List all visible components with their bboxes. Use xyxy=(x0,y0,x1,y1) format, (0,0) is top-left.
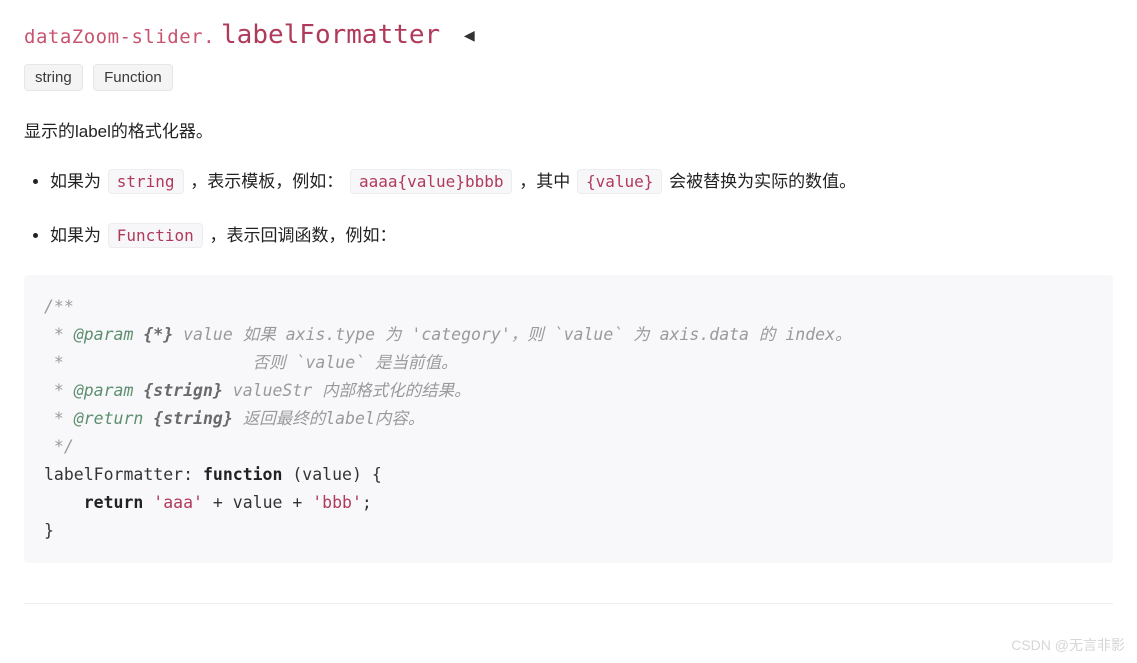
text: 如果为 xyxy=(50,172,106,191)
code-line: } xyxy=(44,521,54,540)
code-text xyxy=(143,493,153,512)
jsdoc-tag: @return xyxy=(74,409,144,428)
inline-code: aaaa{value}bbbb xyxy=(350,169,513,194)
code-text: * xyxy=(44,325,74,344)
code-line: */ xyxy=(44,437,74,456)
code-string: 'aaa' xyxy=(153,493,203,512)
code-line: /** xyxy=(44,297,74,316)
jsdoc-type: {string} xyxy=(143,409,232,428)
code-text: * xyxy=(44,409,74,428)
type-badge-string: string xyxy=(24,64,83,91)
text: ，其中 xyxy=(514,172,574,191)
type-badge-function: Function xyxy=(93,64,173,91)
type-badges: string Function xyxy=(24,64,1113,91)
inline-code: {value} xyxy=(577,169,662,194)
code-keyword: function xyxy=(203,465,282,484)
code-text: labelFormatter: xyxy=(44,465,203,484)
heading-prefix: dataZoom-slider. xyxy=(24,26,215,48)
collapse-left-icon[interactable]: ◀ xyxy=(464,25,475,46)
code-block: /** * @param {*} value 如果 axis.type 为 'c… xyxy=(24,275,1113,563)
property-heading: dataZoom-slider. labelFormatter ◀ xyxy=(24,20,1113,50)
code-text: 返回最终的label内容。 xyxy=(233,409,425,428)
code-text: * xyxy=(44,381,74,400)
code-text: value 如果 axis.type 为 'category'，则 `value… xyxy=(173,325,851,344)
bullet-list: 如果为 string ，表示模板，例如： aaaa{value}bbbb ，其中… xyxy=(24,166,1113,253)
inline-code: string xyxy=(108,169,184,194)
text: ，表示模板，例如： xyxy=(186,172,348,191)
text: ，表示回调函数，例如： xyxy=(205,226,397,245)
jsdoc-tag: @param xyxy=(74,325,134,344)
inline-code: Function xyxy=(108,223,203,248)
code-keyword: return xyxy=(84,493,144,512)
code-text: ; xyxy=(362,493,372,512)
code-text xyxy=(44,493,84,512)
list-item: 如果为 Function ，表示回调函数，例如： xyxy=(50,220,1113,252)
description-text: 显示的label的格式化器。 xyxy=(24,117,1113,142)
heading-name: labelFormatter xyxy=(221,20,440,50)
code-text: valueStr 内部格式化的结果。 xyxy=(223,381,471,400)
jsdoc-tag: @param xyxy=(74,381,134,400)
text: 会被替换为实际的数值。 xyxy=(664,172,856,191)
code-text: (value) { xyxy=(282,465,381,484)
code-text: + value + xyxy=(203,493,312,512)
watermark-text: CSDN @无言非影 xyxy=(1011,635,1125,655)
code-line: * 否则 `value` 是当前值。 xyxy=(44,353,458,372)
list-item: 如果为 string ，表示模板，例如： aaaa{value}bbbb ，其中… xyxy=(50,166,1113,198)
jsdoc-type: {strign} xyxy=(133,381,222,400)
jsdoc-type: {*} xyxy=(133,325,173,344)
divider xyxy=(24,603,1113,604)
code-string: 'bbb' xyxy=(312,493,362,512)
text: 如果为 xyxy=(50,226,106,245)
